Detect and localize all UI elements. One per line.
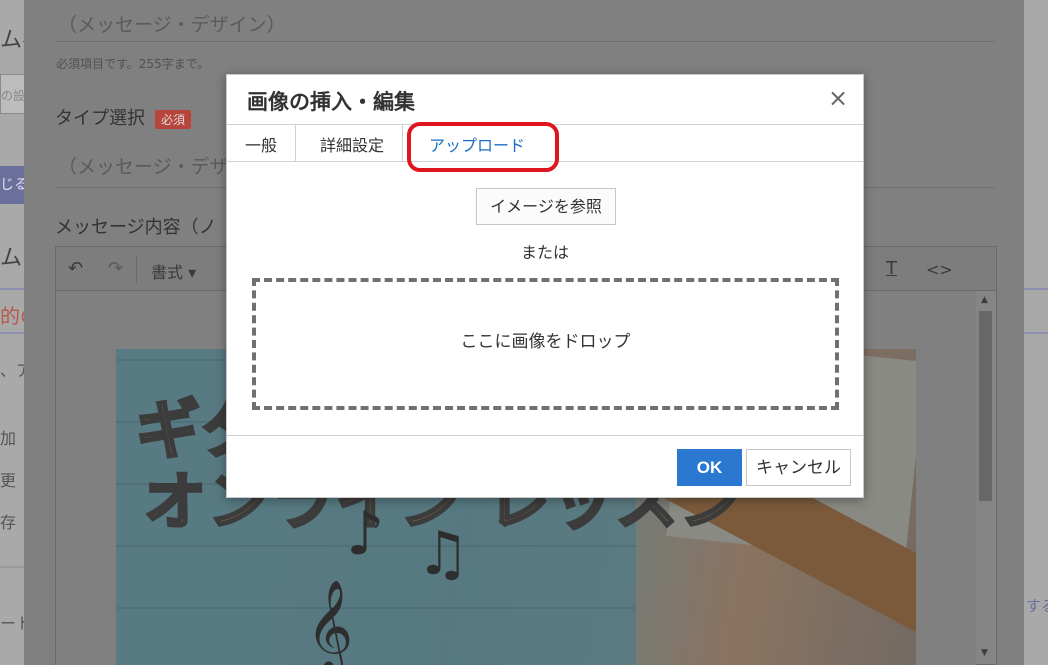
bg-fragment: 加 (0, 429, 17, 448)
image-insert-dialog: 画像の挿入・編集 × 一般 詳細設定 アップロード イメージを参照 または ここ… (226, 74, 864, 498)
image-drop-zone[interactable]: ここに画像をドロップ (252, 278, 839, 410)
dialog-tabs: 一般 詳細設定 アップロード (227, 125, 863, 162)
type-field-placeholder: （メッセージ・デザ (58, 156, 229, 178)
background-right-strip: する (1024, 0, 1048, 665)
redo-icon[interactable]: ↷ (108, 258, 123, 279)
type-select-label: タイプ選択 必須 (55, 104, 192, 130)
browse-image-button[interactable]: イメージを参照 (476, 188, 616, 225)
bg-fragment: ート (0, 614, 24, 633)
bg-fragment: の設 (0, 74, 24, 114)
format-dropdown[interactable]: 書式 ▾ (151, 259, 196, 283)
bg-fragment: 、ア (0, 361, 24, 380)
undo-icon[interactable]: ↶ (68, 258, 83, 279)
dialog-title: 画像の挿入・編集 (247, 90, 415, 114)
bg-fragment: 存 (0, 513, 17, 532)
cancel-button[interactable]: キャンセル (746, 449, 851, 486)
tab-advanced[interactable]: 詳細設定 (302, 125, 404, 162)
clear-format-icon[interactable]: T (886, 258, 897, 279)
close-icon[interactable]: × (827, 86, 849, 110)
name-field-placeholder: （メッセージ・デザイン） (58, 14, 286, 36)
bg-fragment: ムの (0, 246, 24, 271)
ok-button[interactable]: OK (677, 449, 742, 486)
music-note-icon: ♪ (346, 499, 385, 569)
bg-fragment: じる (0, 166, 24, 204)
or-text: または (520, 243, 569, 262)
scrollbar-thumb[interactable] (979, 311, 992, 501)
name-field-underline (55, 41, 995, 42)
bg-fragment: 更 (0, 471, 17, 490)
scroll-up-icon[interactable]: ▲ (981, 295, 988, 305)
bg-fragment: する (1026, 597, 1048, 615)
background-left-strip: ム名 の設 じる ムの 的の 、ア 加 更 存 ート (0, 0, 24, 665)
bg-fragment: ム名 (0, 28, 24, 53)
message-content-label: メッセージ内容（ノ (55, 217, 217, 238)
treble-clef-icon: 𝄞 (306, 579, 354, 665)
required-badge: 必須 (155, 109, 192, 129)
type-select-label-text: タイプ選択 (55, 108, 145, 129)
dialog-footer: OK キャンセル (227, 435, 863, 497)
editor-scrollbar[interactable]: ▲ ▼ (976, 291, 996, 664)
name-field-hint: 必須項目です。255字まで。 (56, 57, 210, 71)
tab-general[interactable]: 一般 (227, 125, 297, 162)
music-note-icon: ♫ (416, 519, 470, 589)
scroll-down-icon[interactable]: ▼ (981, 648, 988, 658)
source-code-icon[interactable]: <> (926, 260, 953, 279)
tab-upload[interactable]: アップロード (411, 125, 543, 162)
bg-fragment: 的の (0, 304, 24, 328)
dialog-header: 画像の挿入・編集 × (227, 75, 863, 125)
